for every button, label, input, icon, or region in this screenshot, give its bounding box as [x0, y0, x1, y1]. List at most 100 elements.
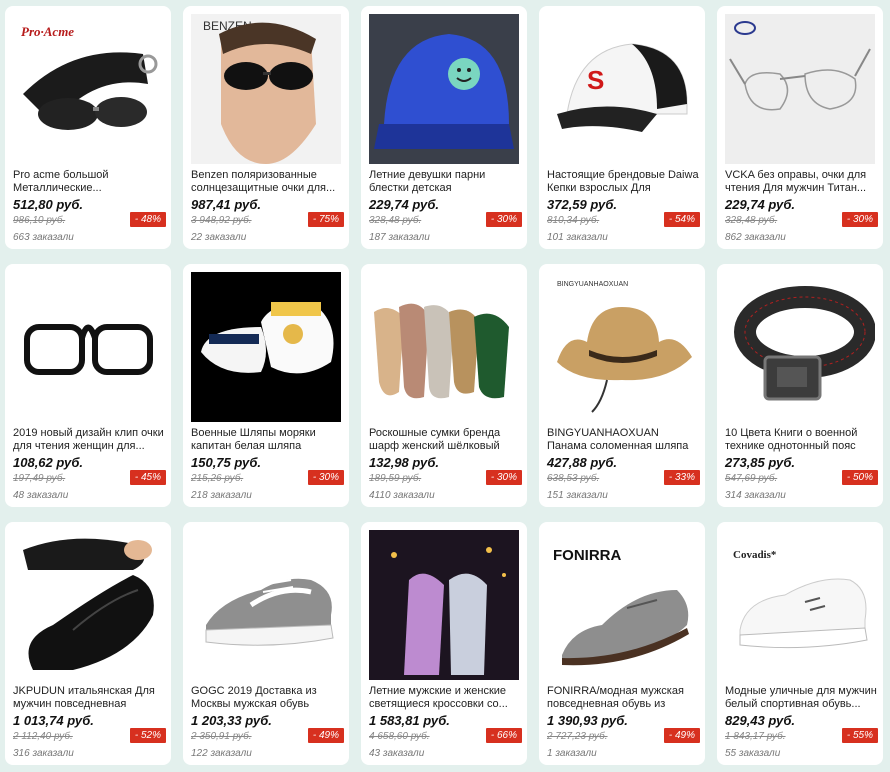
canvas-sneaker-icon: [205, 578, 334, 646]
product-old-price: 215,26 руб.: [191, 473, 244, 484]
product-old-price: 2 350,91 руб.: [191, 731, 252, 742]
product-price: 108,62 руб.: [13, 455, 84, 470]
product-image[interactable]: FONIRRA: [547, 530, 697, 680]
order-count: 862 заказали: [725, 232, 786, 243]
product-card[interactable]: Covadis* Модные уличные для мужчин белый…: [717, 522, 883, 765]
product-title[interactable]: JKPUDUN итальянская Для мужчин повседнев…: [13, 685, 165, 711]
product-title[interactable]: Настоящие брендовые Daiwa Кепки взрослых…: [547, 169, 699, 195]
product-card[interactable]: 2019 новый дизайн клип очки для чтения ж…: [5, 264, 171, 507]
product-title[interactable]: 2019 новый дизайн клип очки для чтения ж…: [13, 427, 165, 453]
product-card[interactable]: FONIRRA FONIRRA/модная мужская повседнев…: [539, 522, 705, 765]
clip-glasses-icon: [24, 324, 153, 375]
product-card[interactable]: VCKA без оправы, очки для чтения Для муж…: [717, 6, 883, 249]
product-card[interactable]: GOGC 2019 Доставка из Москвы мужская обу…: [183, 522, 349, 765]
product-image[interactable]: [191, 272, 341, 422]
discount-badge: - 49%: [663, 728, 700, 743]
product-card[interactable]: Роскошные сумки бренда шарф женский шёлк…: [361, 264, 527, 507]
product-image[interactable]: Covadis*: [725, 530, 875, 680]
discount-badge: - 52%: [129, 728, 166, 743]
product-old-price: 2 727,23 руб.: [547, 731, 608, 742]
product-price: 512,80 руб.: [13, 197, 84, 212]
product-image[interactable]: [191, 530, 341, 680]
discount-badge: - 30%: [841, 212, 878, 227]
product-price: 1 390,93 руб.: [547, 713, 628, 728]
product-card[interactable]: S Настоящие брендовые Daiwa Кепки взросл…: [539, 6, 705, 249]
order-count: 314 заказали: [725, 490, 786, 501]
order-count: 48 заказали: [13, 490, 69, 501]
product-title[interactable]: FONIRRA/модная мужская повседневная обув…: [547, 685, 699, 711]
brand-logo: BINGYUANHAOXUAN: [557, 281, 628, 288]
product-image[interactable]: BINGYUANHAOXUAN: [547, 272, 697, 422]
product-card[interactable]: BINGYUANHAOXUAN BINGYUANHAOXUAN Панама с…: [539, 264, 705, 507]
product-title[interactable]: Летние мужские и женские светящиеся крос…: [369, 685, 521, 711]
discount-badge: - 30%: [307, 470, 344, 485]
white-sneaker-icon: Covadis*: [733, 549, 868, 649]
product-image[interactable]: [725, 14, 875, 164]
order-count: 218 заказали: [191, 490, 252, 501]
order-count: 122 заказали: [191, 748, 252, 759]
product-card[interactable]: JKPUDUN итальянская Для мужчин повседнев…: [5, 522, 171, 765]
product-title[interactable]: BINGYUANHAOXUAN Панама соломенная шляпа …: [547, 427, 699, 453]
product-image[interactable]: [369, 14, 519, 164]
product-title[interactable]: VCKA без оправы, очки для чтения Для муж…: [725, 169, 877, 195]
product-title[interactable]: Военные Шляпы моряки капитан белая шляпа…: [191, 427, 343, 453]
product-image[interactable]: S: [547, 14, 697, 164]
order-count: 187 заказали: [369, 232, 430, 243]
product-image[interactable]: [369, 272, 519, 422]
product-card[interactable]: BENZEN Benzen поляризованные солнцезащит…: [183, 6, 349, 249]
product-title[interactable]: 10 Цвета Книги о военной технике однотон…: [725, 427, 877, 453]
product-card[interactable]: Летние мужские и женские светящиеся крос…: [361, 522, 527, 765]
product-image[interactable]: [13, 530, 163, 680]
rimless-glasses-icon: [725, 14, 875, 164]
product-old-price: 547,69 руб.: [725, 473, 778, 484]
discount-badge: - 33%: [663, 470, 700, 485]
man-sunglasses-icon: BENZEN: [191, 14, 341, 164]
discount-badge: - 54%: [663, 212, 700, 227]
product-price: 150,75 руб.: [191, 455, 262, 470]
product-card[interactable]: Летние девушки парни блестки детская бей…: [361, 6, 527, 249]
order-count: 43 заказали: [369, 748, 425, 759]
product-title[interactable]: Pro acme большой Металлические...: [13, 169, 165, 195]
product-image[interactable]: BENZEN: [191, 14, 341, 164]
product-price: 372,59 руб.: [547, 197, 618, 212]
discount-badge: - 30%: [485, 212, 522, 227]
product-price: 1 583,81 руб.: [369, 713, 450, 728]
loafer-icon: [23, 538, 154, 670]
discount-badge: - 49%: [307, 728, 344, 743]
order-count: 101 заказали: [547, 232, 608, 243]
product-title[interactable]: Модные уличные для мужчин белый спортивн…: [725, 685, 877, 711]
product-old-price: 3 948,92 руб.: [191, 215, 252, 226]
discount-badge: - 75%: [307, 212, 344, 227]
product-old-price: 328,48 руб.: [369, 215, 422, 226]
sunglasses-case-icon: Pro·Acme: [21, 24, 158, 130]
order-count: 55 заказали: [725, 748, 781, 759]
product-old-price: 2 112,40 руб.: [13, 731, 73, 742]
product-old-price: 1 843,17 руб.: [725, 731, 786, 742]
order-count: 1 заказали: [547, 748, 597, 759]
product-price: 427,88 руб.: [547, 455, 618, 470]
product-old-price: 986,10 руб.: [13, 215, 66, 226]
product-card[interactable]: Военные Шляпы моряки капитан белая шляпа…: [183, 264, 349, 507]
straw-hat-icon: BINGYUANHAOXUAN: [557, 281, 692, 413]
product-title[interactable]: Летние девушки парни блестки детская бей…: [369, 169, 521, 195]
product-title[interactable]: Роскошные сумки бренда шарф женский шёлк…: [369, 427, 521, 453]
product-image[interactable]: Pro·Acme: [13, 14, 163, 164]
order-count: 663 заказали: [13, 232, 74, 243]
product-image[interactable]: [13, 272, 163, 422]
sailor-hat-icon: [191, 272, 341, 422]
order-count: 316 заказали: [13, 748, 74, 759]
order-count: 151 заказали: [547, 490, 608, 501]
product-old-price: 810,34 руб.: [547, 215, 600, 226]
product-old-price: 197,49 руб.: [13, 473, 66, 484]
silk-scarves-icon: [374, 303, 509, 399]
discount-badge: - 48%: [129, 212, 166, 227]
product-image[interactable]: [725, 272, 875, 422]
product-price: 132,98 руб.: [369, 455, 440, 470]
tactical-belt-icon: [734, 286, 875, 401]
product-image[interactable]: [369, 530, 519, 680]
product-title[interactable]: Benzen поляризованные солнцезащитные очк…: [191, 169, 343, 195]
product-card[interactable]: Pro·Acme Pro acme большой Металлические.…: [5, 6, 171, 249]
svg-text:S: S: [587, 65, 604, 95]
product-card[interactable]: 10 Цвета Книги о военной технике однотон…: [717, 264, 883, 507]
product-title[interactable]: GOGC 2019 Доставка из Москвы мужская обу…: [191, 685, 343, 711]
